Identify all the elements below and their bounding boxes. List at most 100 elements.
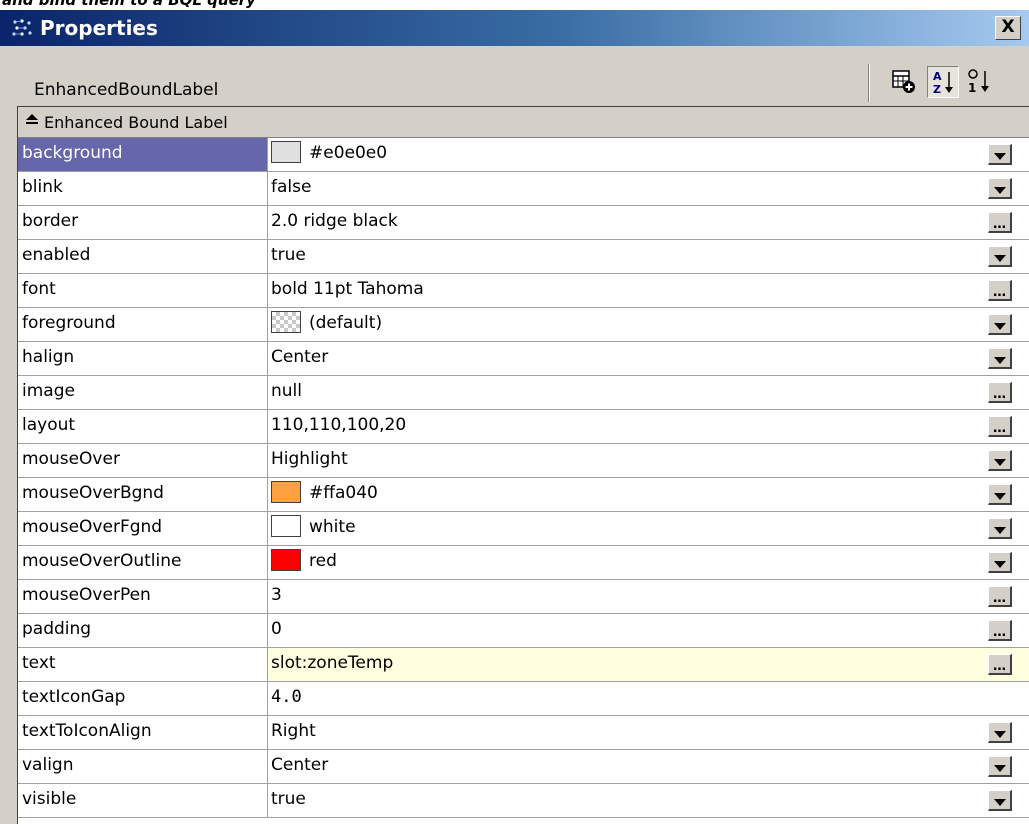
component-name: EnhancedBoundLabel — [34, 80, 219, 100]
property-row-border[interactable]: border 2.0 ridge black… — [18, 206, 1029, 240]
dropdown-button[interactable] — [988, 722, 1012, 743]
property-value[interactable]: Center — [268, 342, 991, 375]
dropdown-button[interactable] — [988, 790, 1012, 811]
property-name[interactable]: halign — [18, 342, 268, 375]
color-swatch[interactable] — [271, 481, 301, 503]
property-value[interactable]: 4.0 — [268, 682, 991, 715]
dropdown-button[interactable] — [988, 314, 1012, 335]
property-value[interactable]: bold 11pt Tahoma — [268, 274, 991, 307]
property-value[interactable]: null — [268, 376, 991, 409]
property-value[interactable]: (default) — [268, 308, 991, 341]
property-name[interactable]: mouseOverFgnd — [18, 512, 268, 545]
property-name[interactable]: mouseOver — [18, 444, 268, 477]
color-swatch[interactable] — [271, 549, 301, 571]
property-value[interactable]: red — [268, 546, 991, 579]
dropdown-button[interactable] — [988, 144, 1012, 165]
properties-window: Properties X EnhancedBoundLabel A Z 1 En… — [0, 10, 1029, 824]
dropdown-button[interactable] — [988, 552, 1012, 573]
color-swatch[interactable] — [271, 515, 301, 537]
property-name[interactable]: background — [18, 138, 268, 171]
ellipsis-button[interactable]: … — [988, 212, 1012, 233]
property-name[interactable]: padding — [18, 614, 268, 647]
property-name[interactable]: image — [18, 376, 268, 409]
ellipsis-button[interactable]: … — [988, 382, 1012, 403]
color-swatch[interactable] — [271, 311, 301, 333]
property-row-mouseOverPen[interactable]: mouseOverPen 3 … — [18, 580, 1029, 614]
property-row-mouseOverOutline[interactable]: mouseOverOutline red — [18, 546, 1029, 580]
property-group-header[interactable]: Enhanced Bound Label — [18, 107, 1029, 138]
property-row-font[interactable]: font bold 11pt Tahoma… — [18, 274, 1029, 308]
property-row-textIconGap[interactable]: textIconGap 4.0 — [18, 682, 1029, 716]
chevron-down-icon — [993, 765, 1006, 772]
property-value[interactable]: false — [268, 172, 991, 205]
property-name[interactable]: text — [18, 648, 268, 681]
property-row-background[interactable]: background #e0e0e0 — [18, 138, 1029, 172]
chevron-down-icon — [993, 731, 1006, 738]
property-name[interactable]: textIconGap — [18, 682, 268, 715]
property-value[interactable]: 110,110,100,20 — [268, 410, 991, 443]
property-value[interactable]: slot:zoneTemp — [268, 648, 991, 681]
ellipsis-button[interactable]: … — [988, 620, 1012, 641]
dropdown-button[interactable] — [988, 246, 1012, 267]
property-row-padding[interactable]: padding 0… — [18, 614, 1029, 648]
ellipsis-icon: … — [993, 625, 1006, 640]
property-name[interactable]: layout — [18, 410, 268, 443]
property-row-mouseOverBgnd[interactable]: mouseOverBgnd #ffa040 — [18, 478, 1029, 512]
dropdown-button[interactable] — [988, 450, 1012, 471]
property-value[interactable]: #e0e0e0 — [268, 138, 991, 171]
property-row-layout[interactable]: layout 110,110,100,20… — [18, 410, 1029, 444]
property-value[interactable]: Right — [268, 716, 991, 749]
property-name[interactable]: textToIconAlign — [18, 716, 268, 749]
property-name[interactable]: font — [18, 274, 268, 307]
property-row-halign[interactable]: halign Center — [18, 342, 1029, 376]
dropdown-button[interactable] — [988, 178, 1012, 199]
property-row-text[interactable]: text slot:zoneTemp… — [18, 648, 1029, 682]
property-row-valign[interactable]: valign Center — [18, 750, 1029, 784]
property-name[interactable]: enabled — [18, 240, 268, 273]
property-name[interactable]: visible — [18, 784, 268, 817]
property-value[interactable]: true — [268, 784, 991, 817]
dropdown-button[interactable] — [988, 348, 1012, 369]
double-chevron-up-icon — [26, 114, 38, 124]
dropdown-button[interactable] — [988, 484, 1012, 505]
add-component-button[interactable] — [888, 66, 920, 98]
property-row-textToIconAlign[interactable]: textToIconAlign Right — [18, 716, 1029, 750]
dropdown-button[interactable] — [988, 518, 1012, 539]
property-row-mouseOverFgnd[interactable]: mouseOverFgnd white — [18, 512, 1029, 546]
property-value[interactable]: 2.0 ridge black — [268, 206, 991, 239]
ellipsis-icon: … — [993, 387, 1006, 402]
property-name[interactable]: mouseOverOutline — [18, 546, 268, 579]
property-name[interactable]: mouseOverPen — [18, 580, 268, 613]
dropdown-button[interactable] — [988, 756, 1012, 777]
property-value[interactable]: 3 — [268, 580, 991, 613]
property-row-foreground[interactable]: foreground (default) — [18, 308, 1029, 342]
ellipsis-button[interactable]: … — [988, 586, 1012, 607]
close-button[interactable]: X — [995, 16, 1021, 40]
property-value[interactable]: Center — [268, 750, 991, 783]
property-row-enabled[interactable]: enabled true — [18, 240, 1029, 274]
property-name[interactable]: valign — [18, 750, 268, 783]
property-name[interactable]: blink — [18, 172, 268, 205]
color-swatch[interactable] — [271, 141, 301, 163]
property-row-blink[interactable]: blink false — [18, 172, 1029, 206]
property-name[interactable]: border — [18, 206, 268, 239]
property-value[interactable]: white — [268, 512, 991, 545]
property-name[interactable]: foreground — [18, 308, 268, 341]
sort-order-button[interactable]: 1 — [964, 66, 996, 98]
sort-alpha-button[interactable]: A Z — [927, 66, 959, 98]
property-value[interactable]: #ffa040 — [268, 478, 991, 511]
property-name[interactable]: mouseOverBgnd — [18, 478, 268, 511]
ellipsis-button[interactable]: … — [988, 280, 1012, 301]
property-row-visible[interactable]: visible true — [18, 784, 1029, 818]
chevron-down-icon — [993, 493, 1006, 500]
property-value-text: 3 — [271, 585, 282, 605]
property-value[interactable]: 0 — [268, 614, 991, 647]
title-bar[interactable]: Properties X — [0, 10, 1029, 46]
ellipsis-button[interactable]: … — [988, 654, 1012, 675]
property-row-mouseOver[interactable]: mouseOver Highlight — [18, 444, 1029, 478]
property-value[interactable]: Highlight — [268, 444, 991, 477]
property-row-image[interactable]: image null… — [18, 376, 1029, 410]
property-value[interactable]: true — [268, 240, 991, 273]
collapse-icon[interactable] — [26, 114, 38, 130]
ellipsis-button[interactable]: … — [988, 416, 1012, 437]
